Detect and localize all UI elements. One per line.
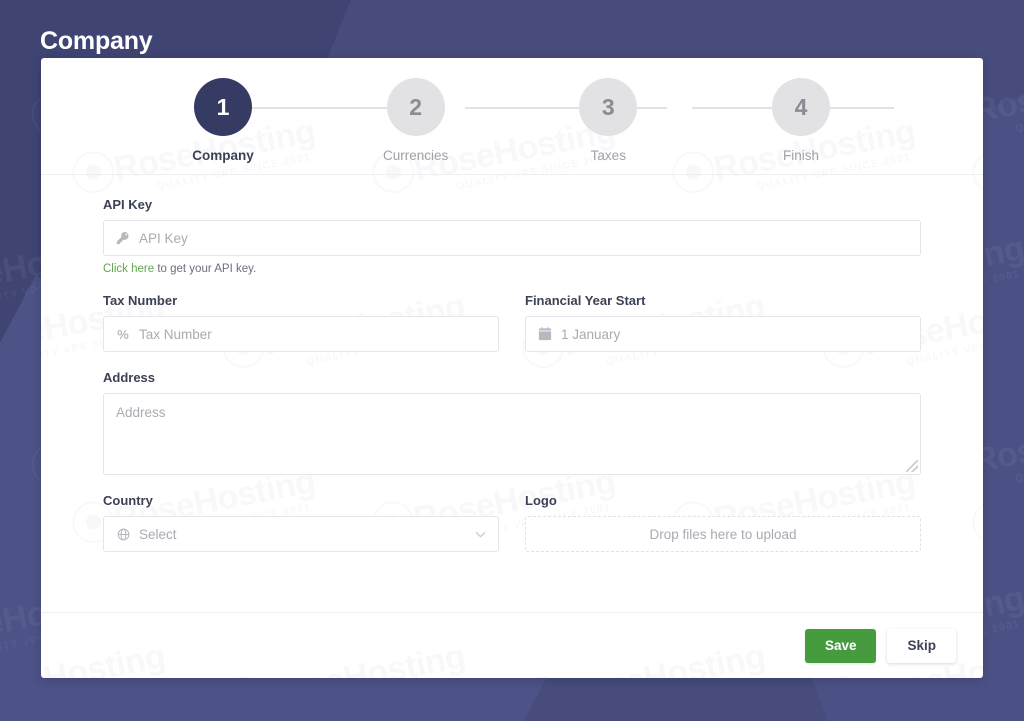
label-country: Country	[103, 493, 153, 508]
step-number-3: 3	[579, 78, 638, 136]
setup-stepper: 1 Company 2 Currencies 3 Taxes 4 Finish	[41, 58, 983, 175]
percent-icon: %	[117, 326, 129, 342]
field-tax-number: Tax Number % Tax Number	[103, 293, 499, 352]
label-api-key: API Key	[103, 197, 153, 212]
company-setup-card: ⦿RoseHostingQUALITY VPS SINCE 2001⦿RoseH…	[41, 58, 983, 678]
api-key-input-wrapper[interactable]: API Key	[103, 220, 921, 256]
watermark-sub-text: QUALITY VPS SINCE 2001	[1014, 93, 1024, 135]
skip-button[interactable]: Skip	[887, 628, 956, 663]
address-textarea[interactable]: Address	[103, 393, 921, 475]
card-footer: Save Skip	[41, 612, 983, 678]
step-label-taxes: Taxes	[590, 148, 626, 163]
step-taxes[interactable]: 3 Taxes	[548, 78, 668, 163]
company-form: API Key API Key Click here to get your A…	[41, 175, 983, 570]
save-button[interactable]: Save	[804, 628, 877, 663]
api-key-placeholder: API Key	[139, 230, 188, 246]
api-key-helper-text: Click here to get your API key.	[103, 263, 921, 275]
step-finish[interactable]: 4 Finish	[741, 78, 861, 163]
field-logo: Logo Drop files here to upload	[525, 493, 921, 552]
country-placeholder: Select	[139, 526, 177, 542]
address-placeholder: Address	[116, 405, 166, 420]
api-key-helper-rest: to get your API key.	[154, 263, 257, 275]
watermark-sub-text: QUALITY VPS SINCE 2001	[1014, 443, 1024, 485]
step-label-currencies: Currencies	[383, 148, 449, 163]
step-number-2: 2	[386, 78, 445, 136]
calendar-icon	[538, 327, 552, 341]
step-label-finish: Finish	[782, 148, 819, 163]
logo-dropzone[interactable]: Drop files here to upload	[525, 516, 921, 552]
country-select[interactable]: Select	[103, 516, 499, 552]
chevron-down-icon	[475, 525, 486, 543]
key-icon	[116, 231, 130, 245]
step-number-1: 1	[194, 78, 252, 136]
label-financial-year-start: Financial Year Start	[525, 293, 646, 308]
step-number-4: 4	[771, 78, 830, 136]
field-country: Country Select	[103, 493, 499, 552]
field-address: Address Address	[103, 370, 921, 475]
step-label-company: Company	[192, 148, 254, 163]
label-logo: Logo	[525, 493, 557, 508]
field-financial-year-start: Financial Year Start 1 January	[525, 293, 921, 352]
tax-number-input-wrapper[interactable]: % Tax Number	[103, 316, 499, 352]
step-currencies[interactable]: 2 Currencies	[356, 78, 476, 163]
globe-icon	[116, 527, 130, 541]
step-company[interactable]: 1 Company	[163, 78, 283, 163]
financial-year-start-input-wrapper[interactable]: 1 January	[525, 316, 921, 352]
financial-year-start-value: 1 January	[561, 326, 621, 342]
page-title: Company	[40, 27, 153, 55]
resize-handle-icon[interactable]	[906, 460, 918, 472]
logo-dropzone-text: Drop files here to upload	[649, 526, 797, 542]
tax-number-placeholder: Tax Number	[139, 326, 212, 342]
field-api-key: API Key API Key Click here to get your A…	[103, 197, 921, 275]
label-tax-number: Tax Number	[103, 293, 178, 308]
label-address: Address	[103, 370, 156, 385]
get-api-key-link[interactable]: Click here	[103, 263, 154, 275]
